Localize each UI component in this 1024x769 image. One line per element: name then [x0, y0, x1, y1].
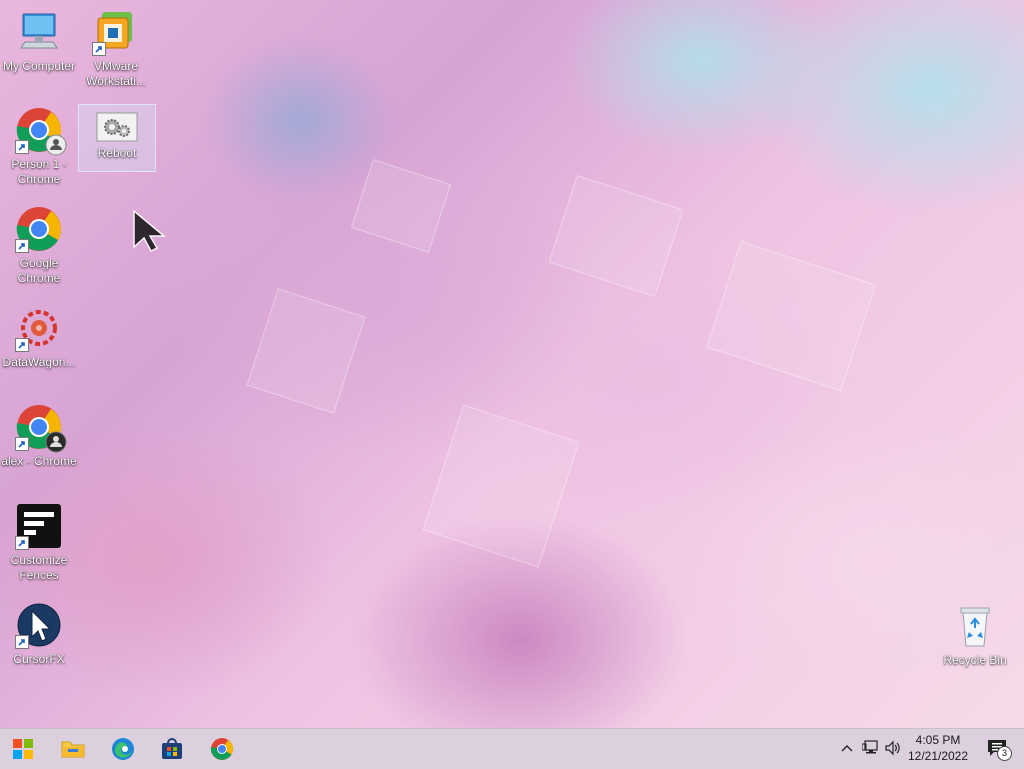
edge-icon	[112, 738, 134, 760]
desktop-icon-label: DataWagon...	[2, 355, 76, 369]
clock-time: 4:05 PM	[915, 733, 961, 747]
shortcut-arrow-icon	[15, 437, 29, 451]
wallpaper-facet	[246, 288, 366, 414]
store-icon	[162, 738, 182, 759]
taskbar-clock[interactable]: 4:05 PM 12/21/2022	[898, 732, 978, 764]
chrome-icon	[15, 205, 63, 253]
chrome-profile-icon	[15, 106, 67, 156]
chrome-icon	[210, 738, 233, 760]
desktop-icon-label: Recycle Bin	[943, 653, 1007, 667]
desktop-icon-label: CursorFX	[13, 652, 65, 666]
microsoft-store-button[interactable]	[152, 733, 192, 765]
network-icon[interactable]	[862, 739, 880, 757]
show-hidden-icons-chevron-icon[interactable]	[838, 739, 856, 757]
desktop-wallpaper[interactable]: My Computer VMware Workstati... Person 1…	[0, 0, 1024, 728]
notification-count-badge: 3	[997, 746, 1012, 761]
desktop-icon-my-computer[interactable]: My Computer	[1, 8, 77, 74]
desktop-icon-reboot[interactable]: Reboot	[78, 104, 156, 172]
chrome-profile-icon	[15, 403, 67, 453]
desktop-icon-alex-chrome[interactable]: alex - Chrome	[1, 403, 77, 469]
fences-icon	[15, 502, 63, 550]
reboot-gears-icon	[93, 111, 141, 143]
desktop-icon-datawagon[interactable]: DataWagon...	[1, 304, 77, 370]
desktop-icon-vmware[interactable]: VMware Workstati...	[78, 8, 154, 89]
start-button[interactable]	[3, 733, 43, 765]
file-explorer-button[interactable]	[53, 733, 93, 765]
recycle-bin-icon	[951, 602, 999, 650]
desktop-icon-person1-chrome[interactable]: Person 1 - Chrome	[1, 106, 77, 187]
vmware-icon	[92, 8, 140, 56]
edge-button[interactable]	[103, 733, 143, 765]
wallpaper-facet	[706, 240, 876, 392]
desktop-icon-label: Reboot	[97, 146, 137, 160]
shortcut-arrow-icon	[15, 140, 29, 154]
desktop-icon-label: Google Chrome	[17, 256, 61, 285]
computer-icon	[15, 8, 63, 56]
datawagon-icon	[15, 304, 63, 352]
windows-start-icon	[13, 739, 33, 759]
desktop-icon-label: Person 1 - Chrome	[11, 157, 67, 186]
desktop-icon-cursorfx[interactable]: CursorFX	[1, 601, 77, 667]
shortcut-arrow-icon	[15, 239, 29, 253]
wallpaper-facet	[548, 174, 684, 298]
file-explorer-icon	[61, 741, 85, 758]
desktop-icon-label: Customize Fences	[10, 553, 68, 582]
desktop-icon-customize-fences[interactable]: Customize Fences	[1, 502, 77, 583]
shortcut-arrow-icon	[92, 42, 106, 56]
desktop-icon-label: My Computer	[2, 59, 76, 73]
clock-date: 12/21/2022	[907, 749, 969, 763]
desktop-icon-recycle-bin[interactable]: Recycle Bin	[937, 602, 1013, 668]
desktop-icon-label: VMware Workstati...	[86, 59, 146, 88]
wallpaper-facet	[350, 159, 452, 253]
cursorfx-icon	[15, 601, 63, 649]
desktop-icon-google-chrome[interactable]: Google Chrome	[1, 205, 77, 286]
wallpaper-facet	[422, 404, 580, 568]
shortcut-arrow-icon	[15, 338, 29, 352]
notification-center-button[interactable]: 3	[986, 737, 1012, 761]
taskbar: 4:05 PM 12/21/2022 3	[0, 728, 1024, 769]
mouse-cursor-icon	[131, 209, 171, 253]
chrome-taskbar-button[interactable]	[202, 733, 242, 765]
desktop-icon-label: alex - Chrome	[1, 454, 77, 468]
shortcut-arrow-icon	[15, 635, 29, 649]
shortcut-arrow-icon	[15, 536, 29, 550]
